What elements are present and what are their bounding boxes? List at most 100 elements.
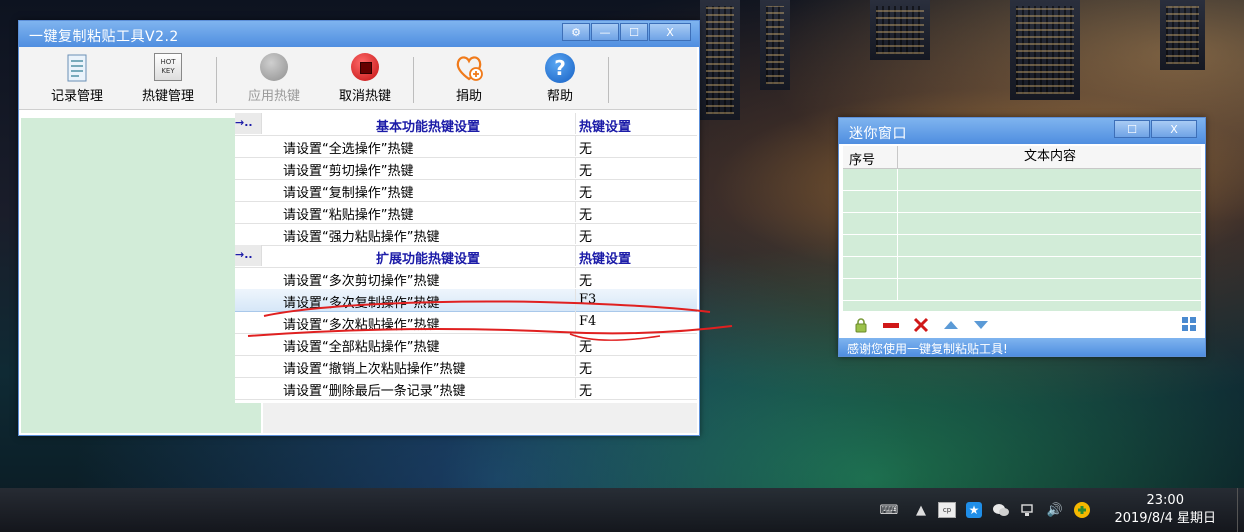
list-item[interactable] xyxy=(843,257,1201,279)
grid-horizontal-scroll-area[interactable] xyxy=(263,403,697,433)
table-row[interactable]: 请设置“强力粘贴操作”热键 无 xyxy=(235,223,697,246)
hotkey-label: 请设置“复制操作”热键 xyxy=(283,186,414,201)
settings-icon[interactable]: ⚙ xyxy=(562,23,590,41)
help-icon-glyph: ? xyxy=(545,53,575,83)
input-method-icon[interactable]: cp xyxy=(938,501,956,519)
toolbar-separator xyxy=(413,57,414,103)
toolbar-separator xyxy=(216,57,217,103)
hotkey-label: 请设置“多次粘贴操作”热键 xyxy=(283,318,440,333)
close-button[interactable]: X xyxy=(649,23,691,41)
document-icon xyxy=(62,53,92,83)
show-desktop-button[interactable] xyxy=(1237,488,1244,532)
keyboard-icon[interactable]: ⌨ xyxy=(880,501,899,519)
hotkey-label: 请设置“撤销上次粘贴操作”热键 xyxy=(283,362,466,377)
help-icon: ? xyxy=(545,53,575,83)
lock-icon[interactable] xyxy=(853,317,869,333)
collapse-toggle[interactable]: →.. xyxy=(235,245,262,266)
table-row[interactable]: 请设置“撤销上次粘贴操作”热键 无 xyxy=(235,355,697,378)
mini-list[interactable] xyxy=(843,169,1201,311)
hotkey-value[interactable]: 无 xyxy=(579,380,592,399)
hotkey-value[interactable]: 无 xyxy=(579,226,592,245)
move-up-icon[interactable] xyxy=(943,317,959,333)
remove-icon[interactable] xyxy=(883,317,899,333)
move-down-icon[interactable] xyxy=(973,317,989,333)
security-app-icon[interactable] xyxy=(1073,501,1091,519)
hotkey-manage-button[interactable]: HOT KEY 热键管理 xyxy=(128,53,208,104)
hotkey-value[interactable]: 无 xyxy=(579,270,592,289)
hotkey-label: 请设置“多次剪切操作”热键 xyxy=(283,274,440,289)
delete-icon[interactable] xyxy=(913,317,929,333)
hotkey-value[interactable]: 无 xyxy=(579,182,592,201)
table-row[interactable]: 请设置“全部粘贴操作”热键 无 xyxy=(235,333,697,356)
network-icon[interactable] xyxy=(1019,501,1037,519)
star-app-icon[interactable]: ★ xyxy=(965,501,983,519)
taskbar: ⌨ ▲ cp ★ 🔊 23:00 2019/8/4 星期日 xyxy=(0,488,1244,532)
table-row[interactable]: 请设置“全选操作”热键 无 xyxy=(235,135,697,158)
minimize-button[interactable]: — xyxy=(591,23,619,41)
list-item[interactable] xyxy=(843,279,1201,301)
hotkey-value[interactable]: 无 xyxy=(579,138,592,157)
list-item[interactable] xyxy=(843,191,1201,213)
table-row[interactable]: 请设置“剪切操作”热键 无 xyxy=(235,157,697,180)
section-header-basic: →.. 基本功能热键设置 热键设置 xyxy=(235,113,697,136)
hotkey-manage-label: 热键管理 xyxy=(141,89,194,104)
table-row-selected[interactable]: 请设置“多次复制操作”热键 F3 xyxy=(235,289,697,312)
maximize-button[interactable]: ☐ xyxy=(620,23,648,41)
list-item[interactable] xyxy=(843,213,1201,235)
hotkey-value[interactable]: 无 xyxy=(579,160,592,179)
main-titlebar[interactable]: 一键复制粘贴工具V2.2 ⚙ — ☐ X xyxy=(19,21,699,47)
heart-plus-icon xyxy=(454,53,484,83)
table-row[interactable]: 请设置“复制操作”热键 无 xyxy=(235,179,697,202)
grid-view-icon[interactable] xyxy=(1181,317,1197,333)
wallpaper-building xyxy=(1010,0,1080,100)
mini-close-button[interactable]: X xyxy=(1151,120,1197,138)
hotkey-value[interactable]: 无 xyxy=(579,336,592,355)
mini-status-bar: 感谢您使用一键复制粘贴工具! xyxy=(839,338,1205,356)
wallpaper-building xyxy=(870,0,930,60)
cancel-hotkey-button[interactable]: 取消热键 xyxy=(325,53,405,104)
help-button[interactable]: ? 帮助 xyxy=(520,53,600,104)
show-hidden-icons-icon[interactable]: ▲ xyxy=(912,501,930,519)
hotkey-label: 请设置“删除最后一条记录”热键 xyxy=(283,384,466,399)
column-header-text[interactable]: 文本内容 xyxy=(897,146,1202,168)
hotkey-value[interactable]: 无 xyxy=(579,204,592,223)
table-row[interactable]: 请设置“多次粘贴操作”热键 F4 xyxy=(235,311,697,334)
collapse-toggle[interactable]: →.. xyxy=(235,113,262,134)
stop-icon xyxy=(350,53,380,83)
hotkey-value[interactable]: F3 xyxy=(579,292,596,307)
hotkey-label: 请设置“粘贴操作”热键 xyxy=(283,208,414,223)
mini-window: 迷你窗口 ☐ X 序号 文本内容 感谢您使用一键复制粘贴工具! xyxy=(838,117,1206,357)
hotkey-value[interactable]: F4 xyxy=(579,314,596,329)
hotkey-icon-text: HOT KEY xyxy=(154,53,182,81)
table-row[interactable]: 请设置“多次剪切操作”热键 无 xyxy=(235,267,697,290)
record-list-panel[interactable] xyxy=(21,118,261,433)
mini-toolbar xyxy=(843,314,1201,336)
hotkey-label: 请设置“全选操作”热键 xyxy=(283,142,414,157)
list-item[interactable] xyxy=(843,169,1201,191)
taskbar-clock[interactable]: 23:00 2019/8/4 星期日 xyxy=(1114,492,1216,528)
main-toolbar: 记录管理 HOT KEY 热键管理 应用热键 取消热键 捐助 ? 帮助 xyxy=(19,47,697,110)
hotkey-value[interactable]: 无 xyxy=(579,358,592,377)
hotkey-label: 请设置“多次复制操作”热键 xyxy=(283,296,440,311)
apply-hotkey-label: 应用热键 xyxy=(247,89,300,104)
section-title: 基本功能热键设置 xyxy=(375,120,480,135)
mini-maximize-button[interactable]: ☐ xyxy=(1114,120,1150,138)
clock-time: 23:00 xyxy=(1146,493,1184,508)
table-row[interactable]: 请设置“粘贴操作”热键 无 xyxy=(235,201,697,224)
main-window: 一键复制粘贴工具V2.2 ⚙ — ☐ X 记录管理 HOT KEY 热键管理 应… xyxy=(18,20,700,436)
wallpaper-building xyxy=(700,0,740,120)
apply-hotkey-button[interactable]: 应用热键 xyxy=(234,53,314,104)
column-header-index[interactable]: 序号 xyxy=(849,149,875,168)
volume-icon[interactable]: 🔊 xyxy=(1046,501,1064,519)
table-row[interactable]: 请设置“删除最后一条记录”热键 无 xyxy=(235,377,697,400)
section-title: 扩展功能热键设置 xyxy=(375,252,480,267)
wallpaper-building xyxy=(760,0,790,90)
wechat-icon[interactable] xyxy=(992,501,1010,519)
donate-button[interactable]: 捐助 xyxy=(429,53,509,104)
record-manage-label: 记录管理 xyxy=(50,89,103,104)
record-manage-button[interactable]: 记录管理 xyxy=(37,53,117,104)
mini-window-title: 迷你窗口 xyxy=(849,126,907,142)
list-item[interactable] xyxy=(843,235,1201,257)
mini-titlebar[interactable]: 迷你窗口 ☐ X xyxy=(839,118,1205,144)
key-column-header: 热键设置 xyxy=(579,120,632,135)
